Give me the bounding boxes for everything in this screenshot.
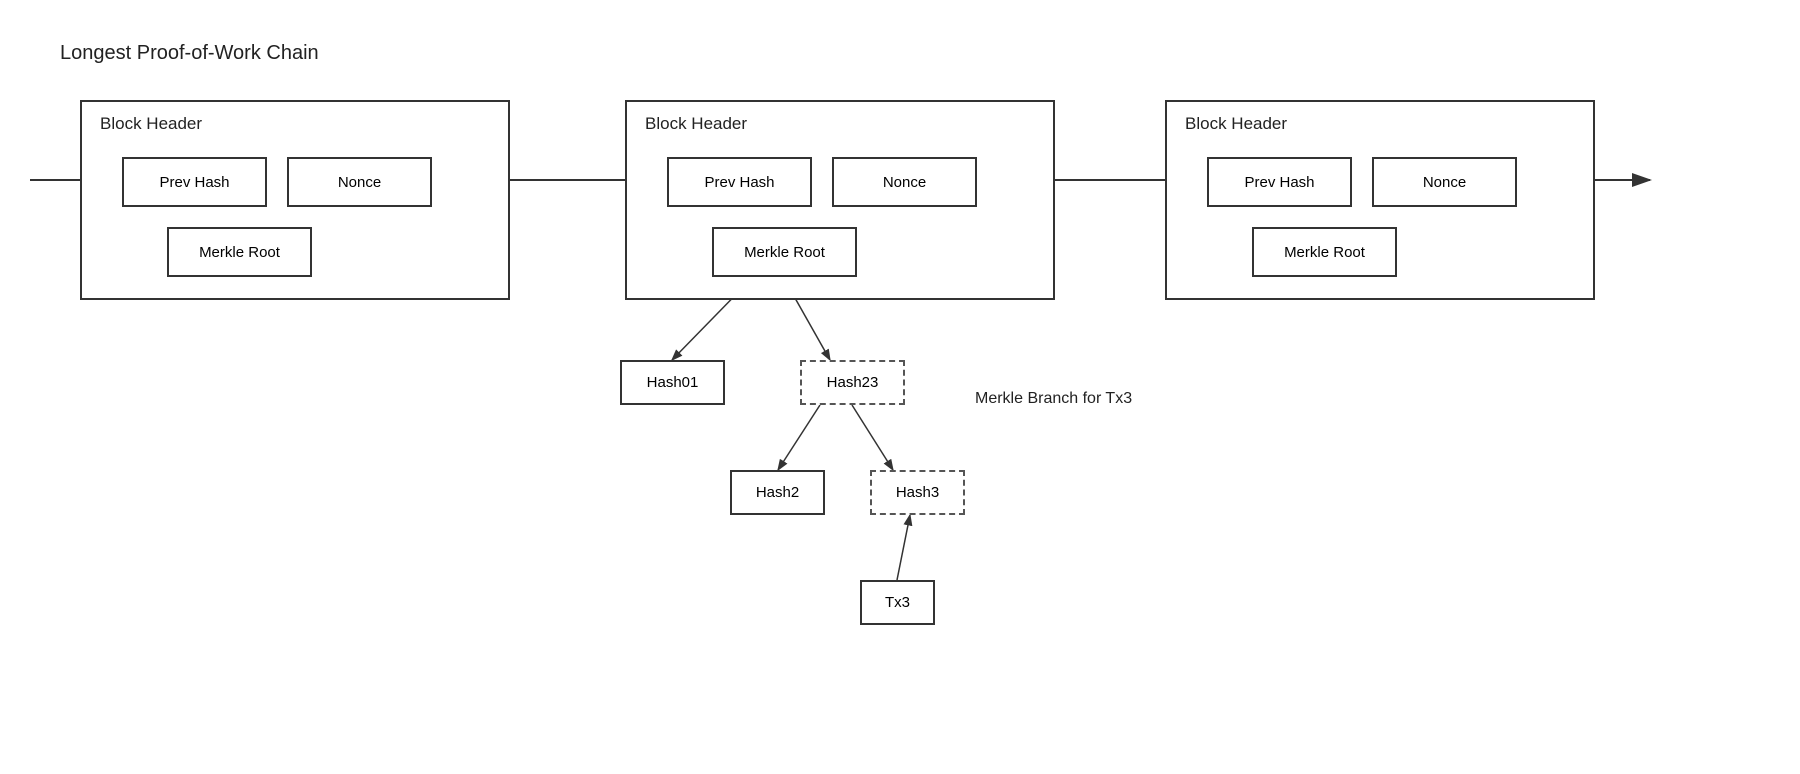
merkle-branch-label: Merkle Branch for Tx3 [975, 390, 1132, 408]
hash3-node: Hash3 [870, 470, 965, 515]
block3-label: Block Header [1185, 114, 1287, 134]
block3-merkleroot: Merkle Root [1252, 227, 1397, 277]
block1-nonce: Nonce [287, 157, 432, 207]
block1: Block Header Prev Hash Nonce Merkle Root [80, 100, 510, 300]
block2-label: Block Header [645, 114, 747, 134]
block1-merkleroot: Merkle Root [167, 227, 312, 277]
hash2-node: Hash2 [730, 470, 825, 515]
hash23-node: Hash23 [800, 360, 905, 405]
block2: Block Header Prev Hash Nonce Merkle Root [625, 100, 1055, 300]
block3-prevhash: Prev Hash [1207, 157, 1352, 207]
page-title: Longest Proof-of-Work Chain [60, 42, 319, 65]
hash01-node: Hash01 [620, 360, 725, 405]
tx3-node: Tx3 [860, 580, 935, 625]
block2-prevhash: Prev Hash [667, 157, 812, 207]
block2-nonce: Nonce [832, 157, 977, 207]
block1-label: Block Header [100, 114, 202, 134]
block3-nonce: Nonce [1372, 157, 1517, 207]
block3: Block Header Prev Hash Nonce Merkle Root [1165, 100, 1595, 300]
block1-prevhash: Prev Hash [122, 157, 267, 207]
block2-merkleroot: Merkle Root [712, 227, 857, 277]
